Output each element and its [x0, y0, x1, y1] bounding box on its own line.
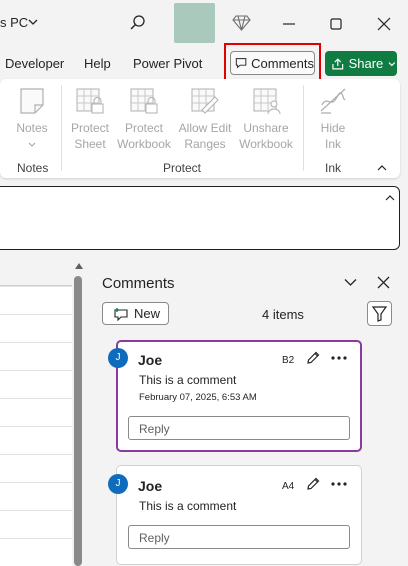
- comment-timestamp: February 07, 2025, 6:53 AM: [139, 392, 257, 403]
- comment-icon: [235, 58, 247, 69]
- ribbon-separator: [61, 85, 62, 171]
- share-button-label: Share: [348, 56, 384, 71]
- minimize-icon[interactable]: [280, 15, 298, 33]
- grid-line: [0, 398, 72, 399]
- allow-edit-ranges-label: Allow Edit Ranges: [178, 121, 232, 151]
- ribbon-separator: [303, 85, 304, 171]
- search-icon[interactable]: [129, 14, 147, 32]
- avatar: J: [108, 474, 128, 494]
- grid-line: [0, 370, 72, 371]
- reply-input[interactable]: Reply: [128, 416, 350, 440]
- avatar: J: [108, 348, 128, 368]
- protect-sheet-icon: [76, 88, 104, 114]
- notes-button[interactable]: Notes: [15, 120, 49, 152]
- grid-line: [0, 286, 72, 287]
- tab-power-pivot[interactable]: Power Pivot: [133, 56, 202, 71]
- grid-line: [0, 314, 72, 315]
- protect-sheet-button[interactable]: Protect Sheet: [68, 120, 112, 152]
- comments-button-label: Comments: [251, 55, 314, 71]
- share-button[interactable]: Share: [325, 51, 397, 76]
- column-header: [0, 258, 72, 286]
- filter-button[interactable]: [367, 301, 392, 326]
- more-options-icon[interactable]: [330, 481, 348, 487]
- new-comment-label: New: [134, 306, 161, 321]
- chevron-down-icon: [28, 142, 36, 147]
- grid-line: [0, 454, 72, 455]
- new-comment-icon: [114, 307, 128, 321]
- close-icon[interactable]: [377, 276, 390, 289]
- group-label-notes: Notes: [17, 161, 49, 175]
- scrollbar-thumb[interactable]: [74, 276, 82, 566]
- protect-workbook-button[interactable]: Protect Workbook: [114, 120, 174, 152]
- reply-input[interactable]: Reply: [128, 525, 350, 549]
- hide-ink-icon: [320, 88, 346, 114]
- new-comment-button[interactable]: New: [102, 302, 169, 325]
- collapse-ribbon-icon[interactable]: [376, 163, 388, 173]
- chevron-down-icon: [388, 61, 396, 66]
- more-options-icon[interactable]: [330, 355, 348, 361]
- protect-workbook-icon: [130, 88, 158, 114]
- tab-help[interactable]: Help: [84, 56, 111, 71]
- window-title[interactable]: s PC: [0, 15, 28, 30]
- comment-text: This is a comment: [139, 373, 237, 387]
- chevron-down-icon[interactable]: [27, 16, 39, 28]
- comment-author: Joe: [138, 352, 163, 368]
- grid-line: [0, 342, 72, 343]
- comment-count: 4 items: [262, 307, 304, 322]
- protect-sheet-label: Protect Sheet: [70, 121, 109, 151]
- unshare-workbook-button[interactable]: Unshare Workbook: [236, 120, 296, 152]
- filter-icon: [371, 306, 388, 322]
- comments-highlight: Comments: [224, 43, 321, 82]
- hide-ink-button[interactable]: Hide Ink: [314, 120, 352, 152]
- close-window-icon[interactable]: [375, 15, 393, 33]
- grid-line: [0, 538, 72, 539]
- hide-ink-label: Hide Ink: [320, 121, 346, 151]
- grid-line: [0, 482, 72, 483]
- comment-text: This is a comment: [139, 499, 237, 513]
- collapse-formula-bar-icon[interactable]: [384, 193, 396, 203]
- comment-cell-ref[interactable]: B2: [282, 355, 294, 366]
- comments-pane-title: Comments: [102, 275, 175, 292]
- notes-icon: [20, 88, 44, 114]
- group-label-protect: Protect: [163, 161, 202, 175]
- title-bar: s PC: [0, 0, 408, 48]
- grid-line: [0, 426, 72, 427]
- scroll-up-icon[interactable]: [74, 262, 84, 270]
- diamond-icon[interactable]: [232, 13, 251, 32]
- edit-icon[interactable]: [305, 350, 321, 366]
- chevron-down-icon[interactable]: [343, 276, 358, 288]
- ribbon-review: Notes Notes Protect Sheet Protect Workbo…: [0, 79, 400, 178]
- tab-developer[interactable]: Developer: [5, 56, 64, 71]
- worksheet-grid[interactable]: [0, 258, 72, 566]
- comments-button[interactable]: Comments: [230, 51, 315, 75]
- unshare-workbook-icon: [253, 88, 281, 115]
- grid-line: [0, 510, 72, 511]
- group-label-ink: Ink: [325, 161, 342, 175]
- comment-cell-ref[interactable]: A4: [282, 481, 294, 492]
- formula-bar[interactable]: [0, 186, 400, 250]
- unshare-workbook-label: Unshare Workbook: [239, 121, 293, 151]
- comment-author: Joe: [138, 478, 163, 494]
- protect-workbook-label: Protect Workbook: [117, 121, 171, 151]
- allow-edit-ranges-button[interactable]: Allow Edit Ranges: [176, 120, 234, 152]
- edit-icon[interactable]: [305, 476, 321, 492]
- account-avatar[interactable]: [174, 3, 215, 43]
- notes-label: Notes: [16, 121, 48, 135]
- allow-edit-ranges-icon: [191, 88, 219, 114]
- share-icon: [332, 57, 344, 69]
- maximize-icon[interactable]: [327, 15, 345, 33]
